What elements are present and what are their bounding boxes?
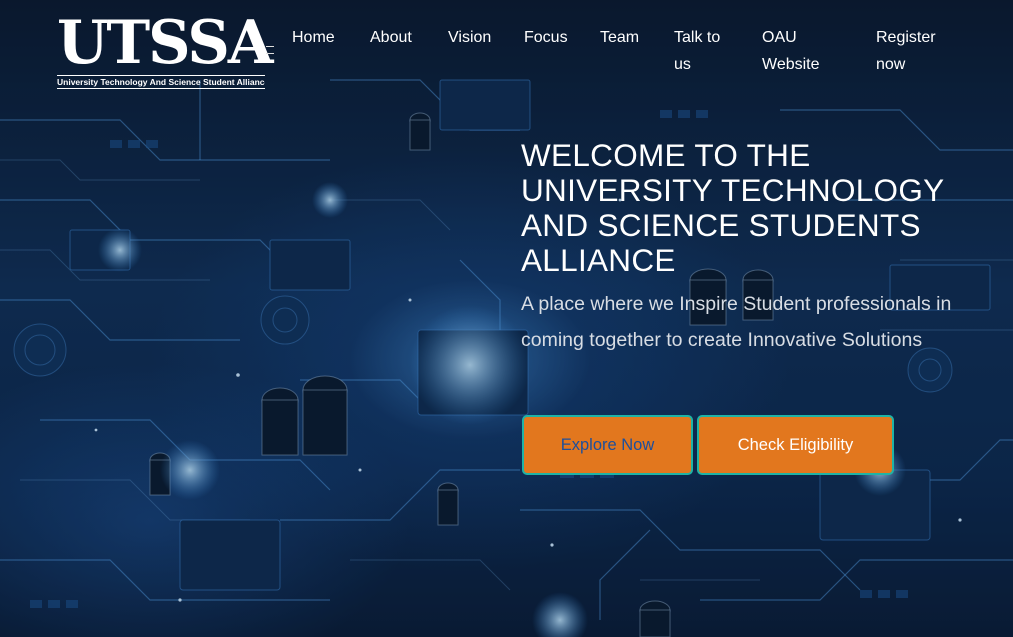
brand-logo[interactable]: UTSSA University Technology And Science …: [57, 8, 273, 89]
nav-home[interactable]: Home: [292, 24, 335, 51]
nav-register-now[interactable]: Register now: [876, 24, 946, 78]
nav-team[interactable]: Team: [600, 24, 639, 51]
explore-now-button[interactable]: Explore Now: [522, 415, 693, 475]
nav-oau-website[interactable]: OAU Website: [762, 24, 832, 78]
hero-subtext: A place where we Inspire Student profess…: [521, 293, 952, 351]
nav-talk-to-us[interactable]: Talk to us: [674, 24, 734, 78]
nav-vision[interactable]: Vision: [448, 24, 491, 51]
nav-about[interactable]: About: [370, 24, 412, 51]
brand-name: UTSSA: [57, 8, 273, 78]
menu-icon[interactable]: [266, 46, 274, 54]
check-eligibility-button[interactable]: Check Eligibility: [697, 415, 894, 475]
nav-focus[interactable]: Focus: [524, 24, 568, 51]
hero-headline: WELCOME TO THE UNIVERSITY TECHNOLOGY AND…: [521, 137, 944, 278]
